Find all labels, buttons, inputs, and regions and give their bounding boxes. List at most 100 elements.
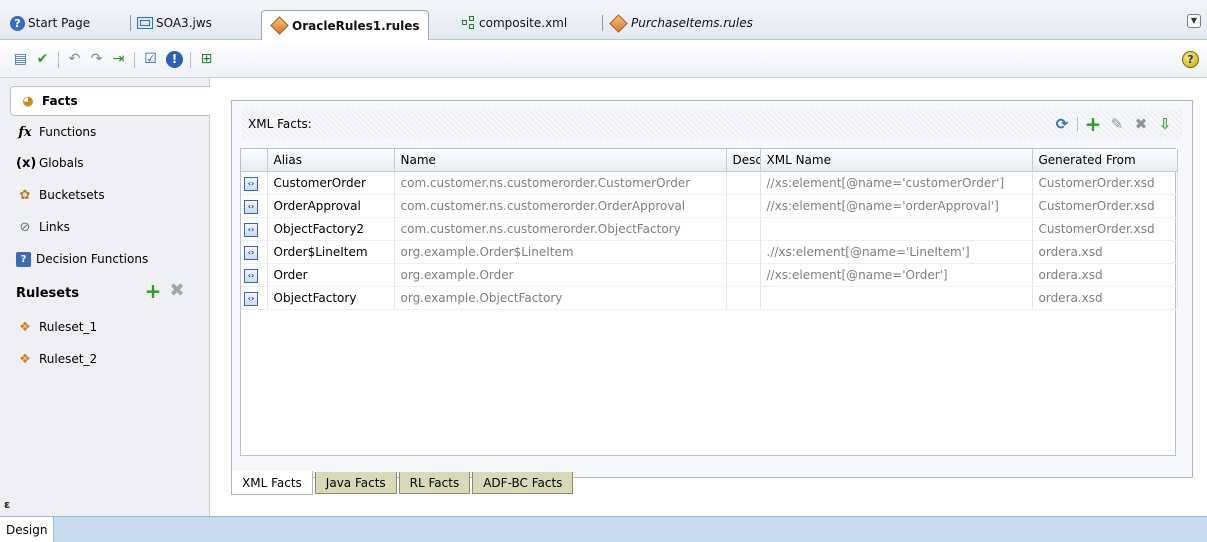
tab-label: SOA3.jws [156,16,212,30]
nav-item-label: Links [39,220,70,234]
cell-generated-from[interactable]: ordera.xsd [1032,286,1178,310]
validate-icon[interactable]: ☑ [142,51,159,68]
tab-rl-facts[interactable]: RL Facts [398,472,471,494]
refresh-icon[interactable]: ⟳ [1053,115,1071,133]
nav-item-functions[interactable]: fx Functions [16,121,96,143]
cell-xml-name[interactable]: .//xs:element[@name='LineItem'] [760,240,1033,264]
table-row[interactable]: ‹› OrderApproval com.customer.ns.custome… [241,194,1178,218]
xml-fact-icon: ‹› [244,291,258,306]
cell-xml-name[interactable] [760,286,1033,310]
cell-generated-from[interactable]: ordera.xsd [1032,263,1178,287]
export-icon[interactable]: ⇥ [110,51,127,68]
cell-name[interactable]: org.example.Order$LineItem [394,240,727,264]
cell-name[interactable]: com.customer.ns.customerorder.ObjectFact… [394,217,727,241]
tab-design[interactable]: Design [0,517,55,542]
column-header-alias[interactable]: Alias [267,149,395,172]
tab-label: Start Page [28,16,91,30]
editor-tab-strip: ? Start Page SOA3.jws OracleRules1.rules… [0,0,1207,40]
cell-generated-from[interactable]: CustomerOrder.xsd [1032,217,1178,241]
nav-item-label: Ruleset_1 [39,320,98,334]
alert-icon[interactable]: ! [166,51,183,68]
tab-composite-xml[interactable]: composite.xml [456,12,573,34]
cell-name[interactable]: com.customer.ns.customerorder.CustomerOr… [394,171,727,195]
table-row[interactable]: ‹› CustomerOrder com.customer.ns.custome… [241,171,1178,195]
cell-generated-from[interactable]: ordera.xsd [1032,240,1178,264]
xml-fact-icon: ‹› [244,268,258,283]
xml-facts-title: XML Facts: [248,117,312,131]
xml-facts-panel: XML Facts: ⟳ + ✎ ✖ ⇩ Alias Name Desc XML… [231,100,1193,478]
cell-name[interactable]: org.example.Order [394,263,727,287]
nav-item-label: Ruleset_2 [39,352,98,366]
tab-list-dropdown-icon[interactable]: ▼ [1187,14,1201,28]
help-icon[interactable]: ? [1182,51,1199,68]
cell-xml-name[interactable]: //xs:element[@name='Order'] [760,263,1033,287]
tab-soa3-jws[interactable]: SOA3.jws [124,12,218,34]
tab-adf-bc-facts[interactable]: ADF-BC Facts [472,472,574,494]
column-header-generated-from[interactable]: Generated From [1032,149,1178,172]
rules-navigator: ◕ Facts fx Functions (x) Globals ✿ Bucke… [0,78,210,516]
nav-item-globals[interactable]: (x) Globals [16,152,84,174]
table-header-row: Alias Name Desc XML Name Generated From [241,149,1178,172]
tab-label: PurchaseItems.rules [631,16,753,30]
redo-icon[interactable]: ↷ [88,51,105,68]
cell-xml-name[interactable]: //xs:element[@name='orderApproval'] [760,194,1033,218]
check-icon[interactable]: ✔ [34,51,51,68]
nav-item-bucketsets[interactable]: ✿ Bucketsets [16,184,105,206]
add-ruleset-icon[interactable]: + [144,281,162,301]
rules-toolbar: ▤ ✔ ↶ ↷ ⇥ ☑ ! ⊞ ? [0,40,1207,78]
tree-icon[interactable]: ⊞ [198,51,215,68]
cell-desc[interactable] [726,240,761,264]
collapse-panel-icon[interactable]: ε [4,498,10,511]
import-icon[interactable]: ⇩ [1156,115,1174,133]
nav-item-ruleset[interactable]: ❖ Ruleset_1 [16,316,97,338]
add-fact-icon[interactable]: + [1084,114,1102,134]
nav-item-label: Decision Functions [36,252,149,266]
tab-start-page[interactable]: ? Start Page [4,12,96,34]
cell-desc[interactable] [726,194,761,218]
book-icon[interactable]: ▤ [12,51,29,68]
cell-desc[interactable] [726,286,761,310]
tab-purchaseitems-rules[interactable]: PurchaseItems.rules [596,12,759,34]
tab-xml-facts[interactable]: XML Facts [231,471,313,495]
undo-icon[interactable]: ↶ [66,51,83,68]
column-header-xml-name[interactable]: XML Name [760,149,1033,172]
column-header-desc[interactable]: Desc [726,149,761,172]
facts-editor: XML Facts: ⟳ + ✎ ✖ ⇩ Alias Name Desc XML… [211,78,1207,516]
edit-icon[interactable]: ✎ [1108,115,1126,133]
table-row[interactable]: ‹› Order org.example.Order //xs:element[… [241,263,1178,287]
cell-generated-from[interactable]: CustomerOrder.xsd [1032,194,1178,218]
tab-label: composite.xml [479,16,568,30]
cell-desc[interactable] [726,217,761,241]
tab-oraclerules1-rules[interactable]: OracleRules1.rules [261,10,429,40]
nav-item-links[interactable]: ⊘ Links [16,216,70,238]
cell-alias[interactable]: OrderApproval [267,194,395,218]
table-row[interactable]: ‹› Order$LineItem org.example.Order$Line… [241,240,1178,264]
cell-alias[interactable]: CustomerOrder [267,171,395,195]
cell-alias[interactable]: Order [267,263,395,287]
xml-fact-icon: ‹› [244,176,258,191]
cell-xml-name[interactable] [760,217,1033,241]
table-row[interactable]: ‹› ObjectFactory2 com.customer.ns.custom… [241,217,1178,241]
cell-xml-name[interactable]: //xs:element[@name='customerOrder'] [760,171,1033,195]
nav-item-facts[interactable]: ◕ Facts [10,86,210,116]
cell-desc[interactable] [726,263,761,287]
cell-desc[interactable] [726,171,761,195]
nav-item-decision-functions[interactable]: ? Decision Functions [16,248,148,270]
delete-icon[interactable]: ✖ [1132,115,1150,133]
column-header-icon [241,149,268,172]
table-row[interactable]: ‹› ObjectFactory org.example.ObjectFacto… [241,286,1178,310]
link-icon: ⊘ [19,219,31,235]
cell-alias[interactable]: ObjectFactory2 [267,217,395,241]
nav-item-ruleset[interactable]: ❖ Ruleset_2 [16,348,97,370]
cell-name[interactable]: com.customer.ns.customerorder.OrderAppro… [394,194,727,218]
rules-diamond-icon [270,16,289,35]
cell-generated-from[interactable]: CustomerOrder.xsd [1032,171,1178,195]
globals-icon: (x) [16,155,37,171]
cell-alias[interactable]: Order$LineItem [267,240,395,264]
fact-type-tabs: XML Facts Java Facts RL Facts ADF-BC Fac… [231,471,575,496]
delete-ruleset-icon[interactable]: ✖ [168,282,186,300]
tab-java-facts[interactable]: Java Facts [314,472,397,494]
column-header-name[interactable]: Name [394,149,727,172]
cell-name[interactable]: org.example.ObjectFactory [394,286,727,310]
cell-alias[interactable]: ObjectFactory [267,286,395,310]
